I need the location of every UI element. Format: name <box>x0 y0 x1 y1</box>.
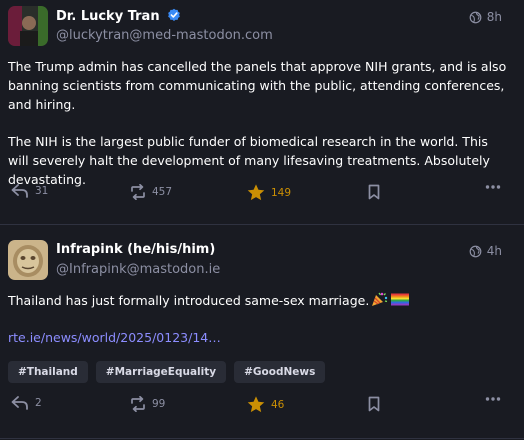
post-content: The Trump admin has cancelled the panels… <box>8 57 508 189</box>
star-icon <box>247 184 265 201</box>
bookmark-button[interactable] <box>368 184 380 200</box>
author-name[interactable]: Dr. Lucky Tran <box>56 8 181 24</box>
hashtag-thailand[interactable]: #Thailand <box>8 361 88 383</box>
hashtag-marriage-equality[interactable]: #MarriageEquality <box>95 361 227 383</box>
post-link[interactable]: rte.ie/news/world/2025/0123/14… <box>8 330 221 345</box>
post-paragraph: Thailand has just formally introduced sa… <box>8 291 508 310</box>
favourite-count: 149 <box>271 186 292 199</box>
author-name[interactable]: Infrapink (he/his/him) <box>56 242 215 257</box>
verified-badge-icon <box>168 8 180 21</box>
bookmark-icon <box>368 396 380 412</box>
boost-button[interactable]: 99 <box>130 396 165 412</box>
post-time-text[interactable]: 4h <box>487 244 502 258</box>
post-card[interactable]: Dr. Lucky Tran @luckytran@med-mastodon.c… <box>0 0 524 225</box>
avatar[interactable] <box>8 240 48 280</box>
rainbow-flag-icon <box>391 293 410 306</box>
avatar-image-icon <box>8 240 48 280</box>
post-paragraph: The NIH is the largest public funder of … <box>8 134 490 187</box>
post-timestamp[interactable]: 8h <box>469 10 502 24</box>
more-dots-icon <box>485 185 501 189</box>
bookmark-button[interactable] <box>368 396 380 412</box>
avatar[interactable] <box>8 6 48 46</box>
reply-button[interactable]: 31 <box>11 184 48 198</box>
hashtag-bar: #Thailand #MarriageEquality #GoodNews <box>8 361 326 383</box>
reply-count: 31 <box>35 185 49 197</box>
globe-icon <box>469 245 482 257</box>
boost-icon <box>131 396 145 412</box>
author-name-text[interactable]: Dr. Lucky Tran <box>56 9 160 24</box>
favourite-button[interactable]: 46 <box>247 396 284 413</box>
boost-button[interactable]: 457 <box>130 184 172 200</box>
favourite-count: 46 <box>271 398 285 411</box>
boost-count: 457 <box>152 186 173 198</box>
post-content: Thailand has just formally introduced sa… <box>8 291 508 347</box>
post-text: Thailand has just formally introduced sa… <box>8 293 370 308</box>
bookmark-icon <box>368 184 380 200</box>
hashtag-good-news[interactable]: #GoodNews <box>234 361 326 383</box>
more-options-button[interactable] <box>485 396 501 402</box>
post-card[interactable]: Infrapink (he/his/him) @Infrapink@mastod… <box>0 225 524 439</box>
reply-count: 2 <box>35 397 42 409</box>
post-actions: 31 457 149 <box>0 184 524 208</box>
boost-icon <box>131 184 145 200</box>
more-options-button[interactable] <box>485 184 501 190</box>
post-paragraph: The Trump admin has cancelled the panels… <box>8 59 507 112</box>
post-timestamp[interactable]: 4h <box>469 244 502 258</box>
boost-count: 99 <box>152 398 166 410</box>
post-time-text[interactable]: 8h <box>487 10 502 24</box>
globe-icon <box>469 11 482 23</box>
reply-button[interactable]: 2 <box>11 396 42 410</box>
more-dots-icon <box>485 397 501 401</box>
author-handle[interactable]: @luckytran@med-mastodon.com <box>56 28 273 43</box>
party-popper-icon <box>372 292 388 306</box>
star-icon <box>247 396 265 413</box>
reply-icon <box>11 396 28 410</box>
avatar-image-icon <box>8 6 48 46</box>
favourite-button[interactable]: 149 <box>247 184 291 201</box>
author-handle[interactable]: @Infrapink@mastodon.ie <box>56 262 220 277</box>
reply-icon <box>11 184 28 198</box>
post-actions: 2 99 46 <box>0 396 524 420</box>
link-paragraph: rte.ie/news/world/2025/0123/14… <box>8 328 508 347</box>
